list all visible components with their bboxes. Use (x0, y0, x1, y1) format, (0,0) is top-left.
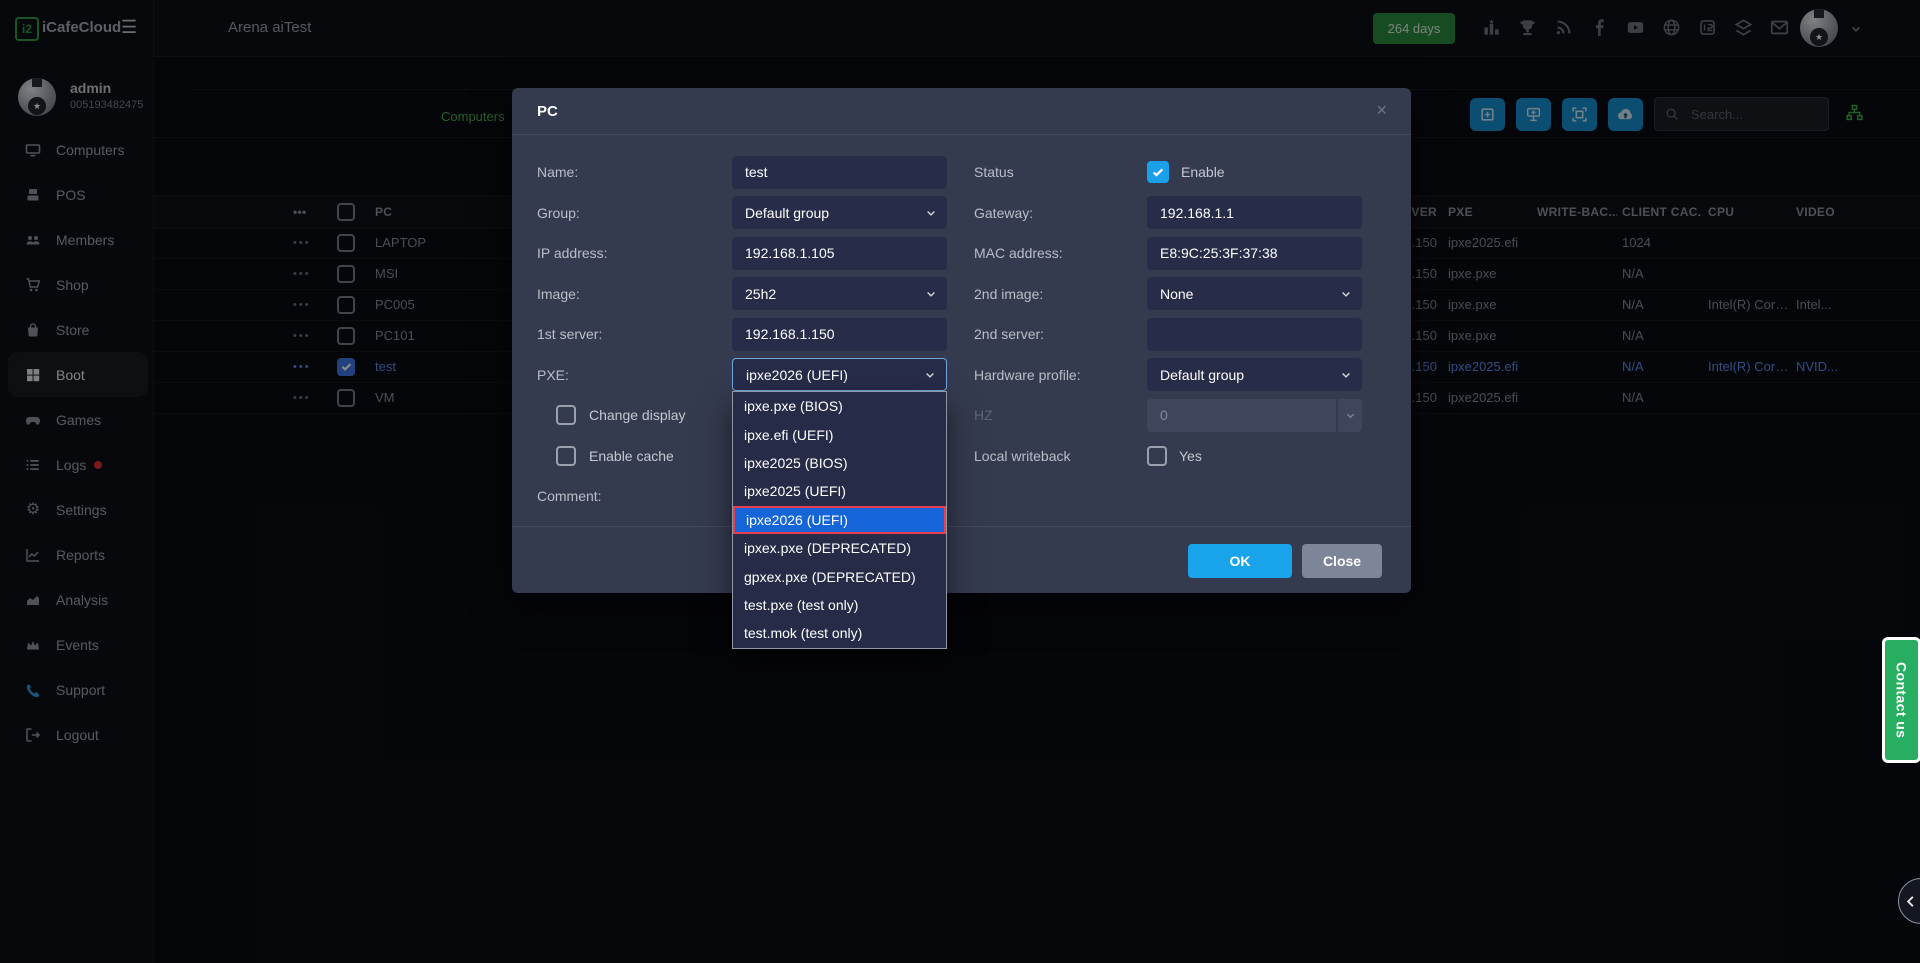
close-button[interactable]: Close (1302, 544, 1382, 578)
enable-cache-checkbox[interactable] (556, 446, 576, 466)
modal-title: PC (537, 103, 558, 120)
first-server-input[interactable]: 192.168.1.150 (732, 318, 947, 351)
pxe-option-1[interactable]: ipxe.efi (UEFI) (733, 420, 946, 448)
hardware-profile-select[interactable]: Default group (1147, 358, 1362, 391)
second-server-input[interactable] (1147, 318, 1362, 351)
chevron-down-icon (925, 207, 937, 219)
select-value: None (1160, 286, 1193, 302)
field-label: Image: (537, 286, 732, 302)
field-label: HZ (953, 407, 1147, 423)
contact-us-button[interactable]: Contact us (1882, 637, 1920, 763)
ok-button[interactable]: OK (1188, 544, 1292, 578)
modal-body: Name:test Status Enable Group: Default group… (512, 134, 1411, 517)
hz-input-group: 0 (1147, 399, 1362, 432)
checkbox-label: Enable cache (589, 448, 674, 464)
field-label: Comment: (537, 488, 732, 504)
modal-footer: OK Close (512, 526, 1411, 578)
chevron-down-icon (1340, 288, 1352, 300)
select-value: ipxe2026 (UEFI) (746, 367, 848, 383)
pxe-option-6[interactable]: gpxex.pxe (DEPRECATED) (733, 562, 946, 590)
field-label: Hardware profile: (953, 367, 1147, 383)
pc-modal: PC × Name:test Status Enable Group: Default … (512, 88, 1411, 593)
image-select[interactable]: 25h2 (732, 277, 947, 310)
field-label: PXE: (537, 367, 732, 383)
chevron-down-icon (1338, 399, 1362, 432)
field-label: IP address: (537, 245, 732, 261)
modal-title-bar: PC × (512, 88, 1411, 135)
pxe-option-5[interactable]: ipxex.pxe (DEPRECATED) (733, 534, 946, 562)
pxe-option-4[interactable]: ipxe2026 (UEFI) (733, 506, 946, 534)
local-writeback-checkbox-row: Yes (1147, 446, 1362, 466)
gateway-input[interactable]: 192.168.1.1 (1147, 196, 1362, 229)
chevron-down-icon (925, 288, 937, 300)
select-value: 25h2 (745, 286, 776, 302)
checkbox-label: Enable (1181, 164, 1225, 180)
pxe-option-0[interactable]: ipxe.pxe (BIOS) (733, 392, 946, 420)
pxe-option-3[interactable]: ipxe2025 (UEFI) (733, 477, 946, 505)
field-label: 2nd image: (953, 286, 1147, 302)
pxe-select[interactable]: ipxe2026 (UEFI) (732, 358, 947, 391)
chevron-down-icon (1340, 369, 1352, 381)
local-writeback-checkbox[interactable] (1147, 446, 1167, 466)
name-input[interactable]: test (732, 156, 947, 189)
field-label: 2nd server: (953, 326, 1147, 342)
checkbox-label: Yes (1179, 448, 1202, 464)
pxe-dropdown-list: ipxe.pxe (BIOS)ipxe.efi (UEFI)ipxe2025 (… (732, 391, 947, 649)
field-label: MAC address: (953, 245, 1147, 261)
checkbox-label: Change display (589, 407, 686, 423)
mac-address-input[interactable]: E8:9C:25:3F:37:38 (1147, 237, 1362, 270)
pxe-option-2[interactable]: ipxe2025 (BIOS) (733, 449, 946, 477)
contact-us-label: Contact us (1894, 662, 1910, 738)
field-label: Local writeback (953, 448, 1147, 464)
close-icon[interactable]: × (1376, 100, 1387, 121)
group-select[interactable]: Default group (732, 196, 947, 229)
field-label: Status (953, 164, 1147, 180)
select-value: Default group (1160, 367, 1244, 383)
chevron-down-icon (924, 369, 936, 381)
field-label: 1st server: (537, 326, 732, 342)
status-enable-checkbox[interactable] (1147, 161, 1169, 183)
ip-address-input[interactable]: 192.168.1.105 (732, 237, 947, 270)
field-label: Gateway: (953, 205, 1147, 221)
pxe-option-7[interactable]: test.pxe (test only) (733, 591, 946, 619)
change-display-checkbox[interactable] (556, 405, 576, 425)
hz-input: 0 (1147, 399, 1336, 432)
select-value: Default group (745, 205, 829, 221)
field-label: Name: (537, 164, 732, 180)
second-image-select[interactable]: None (1147, 277, 1362, 310)
field-label: Group: (537, 205, 732, 221)
status-enable-checkbox-row: Enable (1147, 161, 1362, 183)
pxe-option-8[interactable]: test.mok (test only) (733, 619, 946, 647)
